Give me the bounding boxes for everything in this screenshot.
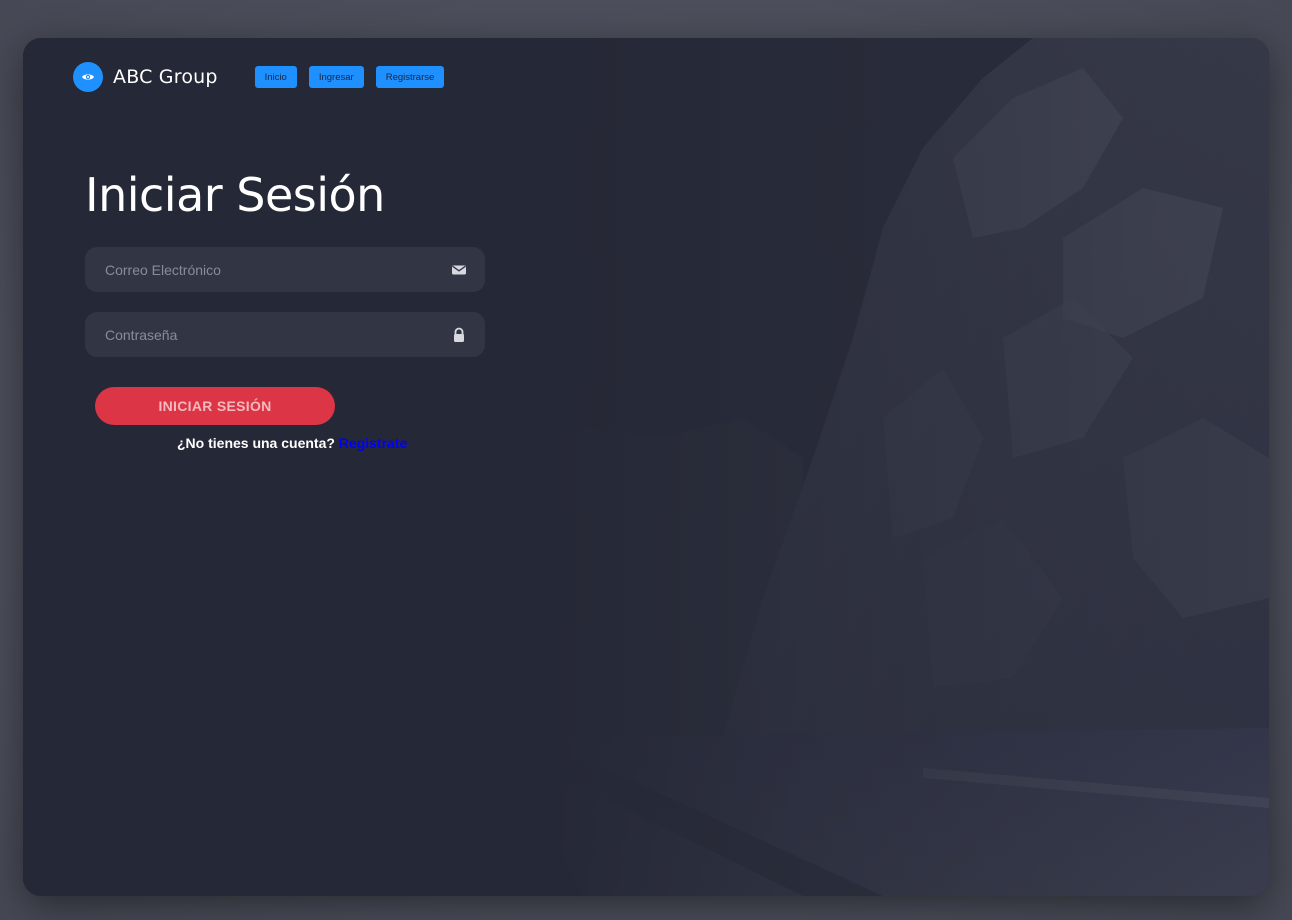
nav-inicio-button[interactable]: Inicio: [254, 66, 297, 88]
nav-ingresar-button[interactable]: Ingresar: [308, 66, 364, 88]
signup-prompt-row: ¿No tienes una cuenta? Registrate: [177, 435, 407, 451]
email-field-container: [85, 247, 485, 292]
brand-name[interactable]: ABC Group: [113, 66, 218, 88]
password-input[interactable]: [85, 312, 445, 357]
password-field-container: [85, 312, 485, 357]
nav-menu: Inicio Ingresar Registrarse: [254, 66, 457, 88]
page-title: Iniciar Sesión: [85, 168, 385, 222]
lock-icon: [454, 327, 464, 342]
top-navigation: ABC Group Inicio Ingresar Registrarse: [73, 62, 456, 92]
signup-prompt-text: ¿No tienes una cuenta?: [177, 435, 335, 451]
mountain-background-image: [23, 38, 1269, 896]
nav-registrarse-button[interactable]: Registrarse: [375, 66, 445, 88]
signup-link[interactable]: Registrate: [339, 435, 407, 451]
login-submit-button[interactable]: INICIAR SESIÓN: [95, 387, 335, 425]
envelope-icon: [452, 265, 466, 275]
eye-icon: [82, 74, 94, 80]
email-input[interactable]: [85, 247, 445, 292]
brand-logo[interactable]: [73, 62, 103, 92]
login-card: ABC Group Inicio Ingresar Registrarse In…: [23, 38, 1269, 896]
